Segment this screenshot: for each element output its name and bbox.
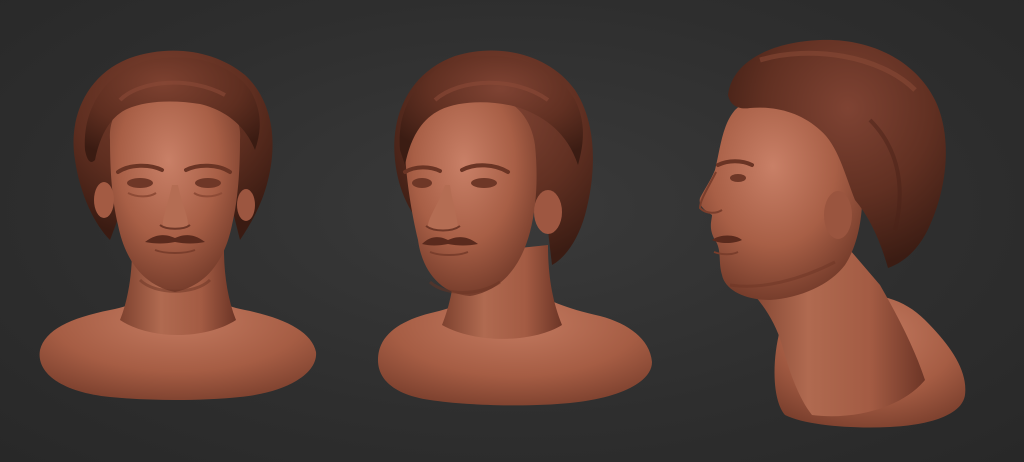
- front-eye-left: [127, 178, 153, 188]
- front-ear-left: [94, 182, 114, 218]
- bust-renders: [39, 39, 966, 428]
- front-ear-right: [237, 189, 255, 221]
- front-view-bust: [39, 50, 317, 400]
- three-quarter-eye-left: [412, 178, 432, 188]
- three-quarter-view-bust: [378, 50, 652, 406]
- three-quarter-ear: [534, 190, 562, 234]
- front-eye-right: [195, 178, 221, 188]
- profile-ear: [824, 191, 852, 239]
- profile-view-bust: [698, 39, 966, 428]
- profile-eye: [730, 174, 746, 182]
- sculpt-render-canvas: [0, 0, 1024, 462]
- three-quarter-eye-right: [471, 178, 497, 188]
